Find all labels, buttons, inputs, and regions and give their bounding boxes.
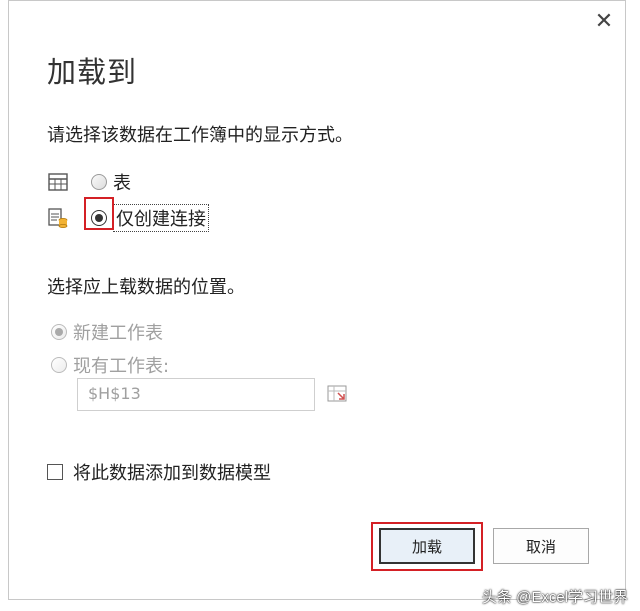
- option-connection-label: 仅创建连接: [113, 204, 209, 232]
- load-button[interactable]: 加载: [379, 528, 475, 564]
- add-to-model-option[interactable]: 将此数据添加到数据模型: [47, 459, 271, 485]
- location-prompt: 选择应上载数据的位置。: [47, 277, 245, 298]
- option-connection-only[interactable]: 仅创建连接: [47, 204, 209, 232]
- cell-reference-input[interactable]: $H$13: [77, 378, 315, 411]
- option-existing-sheet-label: 现有工作表:: [73, 356, 170, 377]
- connection-icon: [47, 207, 69, 229]
- option-existing-sheet[interactable]: 现有工作表:: [51, 352, 169, 378]
- option-table[interactable]: 表: [47, 169, 131, 195]
- existing-sheet-radio[interactable]: [51, 357, 67, 373]
- cancel-button[interactable]: 取消: [493, 528, 589, 564]
- dialog-title: 加载到: [47, 55, 138, 89]
- option-table-label: 表: [113, 173, 131, 194]
- new-sheet-radio[interactable]: [51, 324, 67, 340]
- watermark: 头条 @Excel学习世界: [481, 589, 628, 606]
- load-to-dialog: ✕ 加载到 请选择该数据在工作簿中的显示方式。 表 仅创建连接 选择应上载数据的…: [8, 0, 626, 600]
- view-prompt: 请选择该数据在工作簿中的显示方式。: [47, 125, 353, 146]
- option-new-sheet-label: 新建工作表: [73, 323, 163, 344]
- add-to-model-checkbox[interactable]: [47, 464, 63, 480]
- table-radio[interactable]: [91, 174, 107, 190]
- option-new-sheet[interactable]: 新建工作表: [51, 319, 163, 345]
- range-picker-icon[interactable]: [327, 384, 349, 404]
- add-to-model-label: 将此数据添加到数据模型: [73, 463, 271, 484]
- close-icon[interactable]: ✕: [593, 11, 615, 33]
- radio-highlight-box: [84, 197, 114, 230]
- table-icon: [47, 171, 69, 193]
